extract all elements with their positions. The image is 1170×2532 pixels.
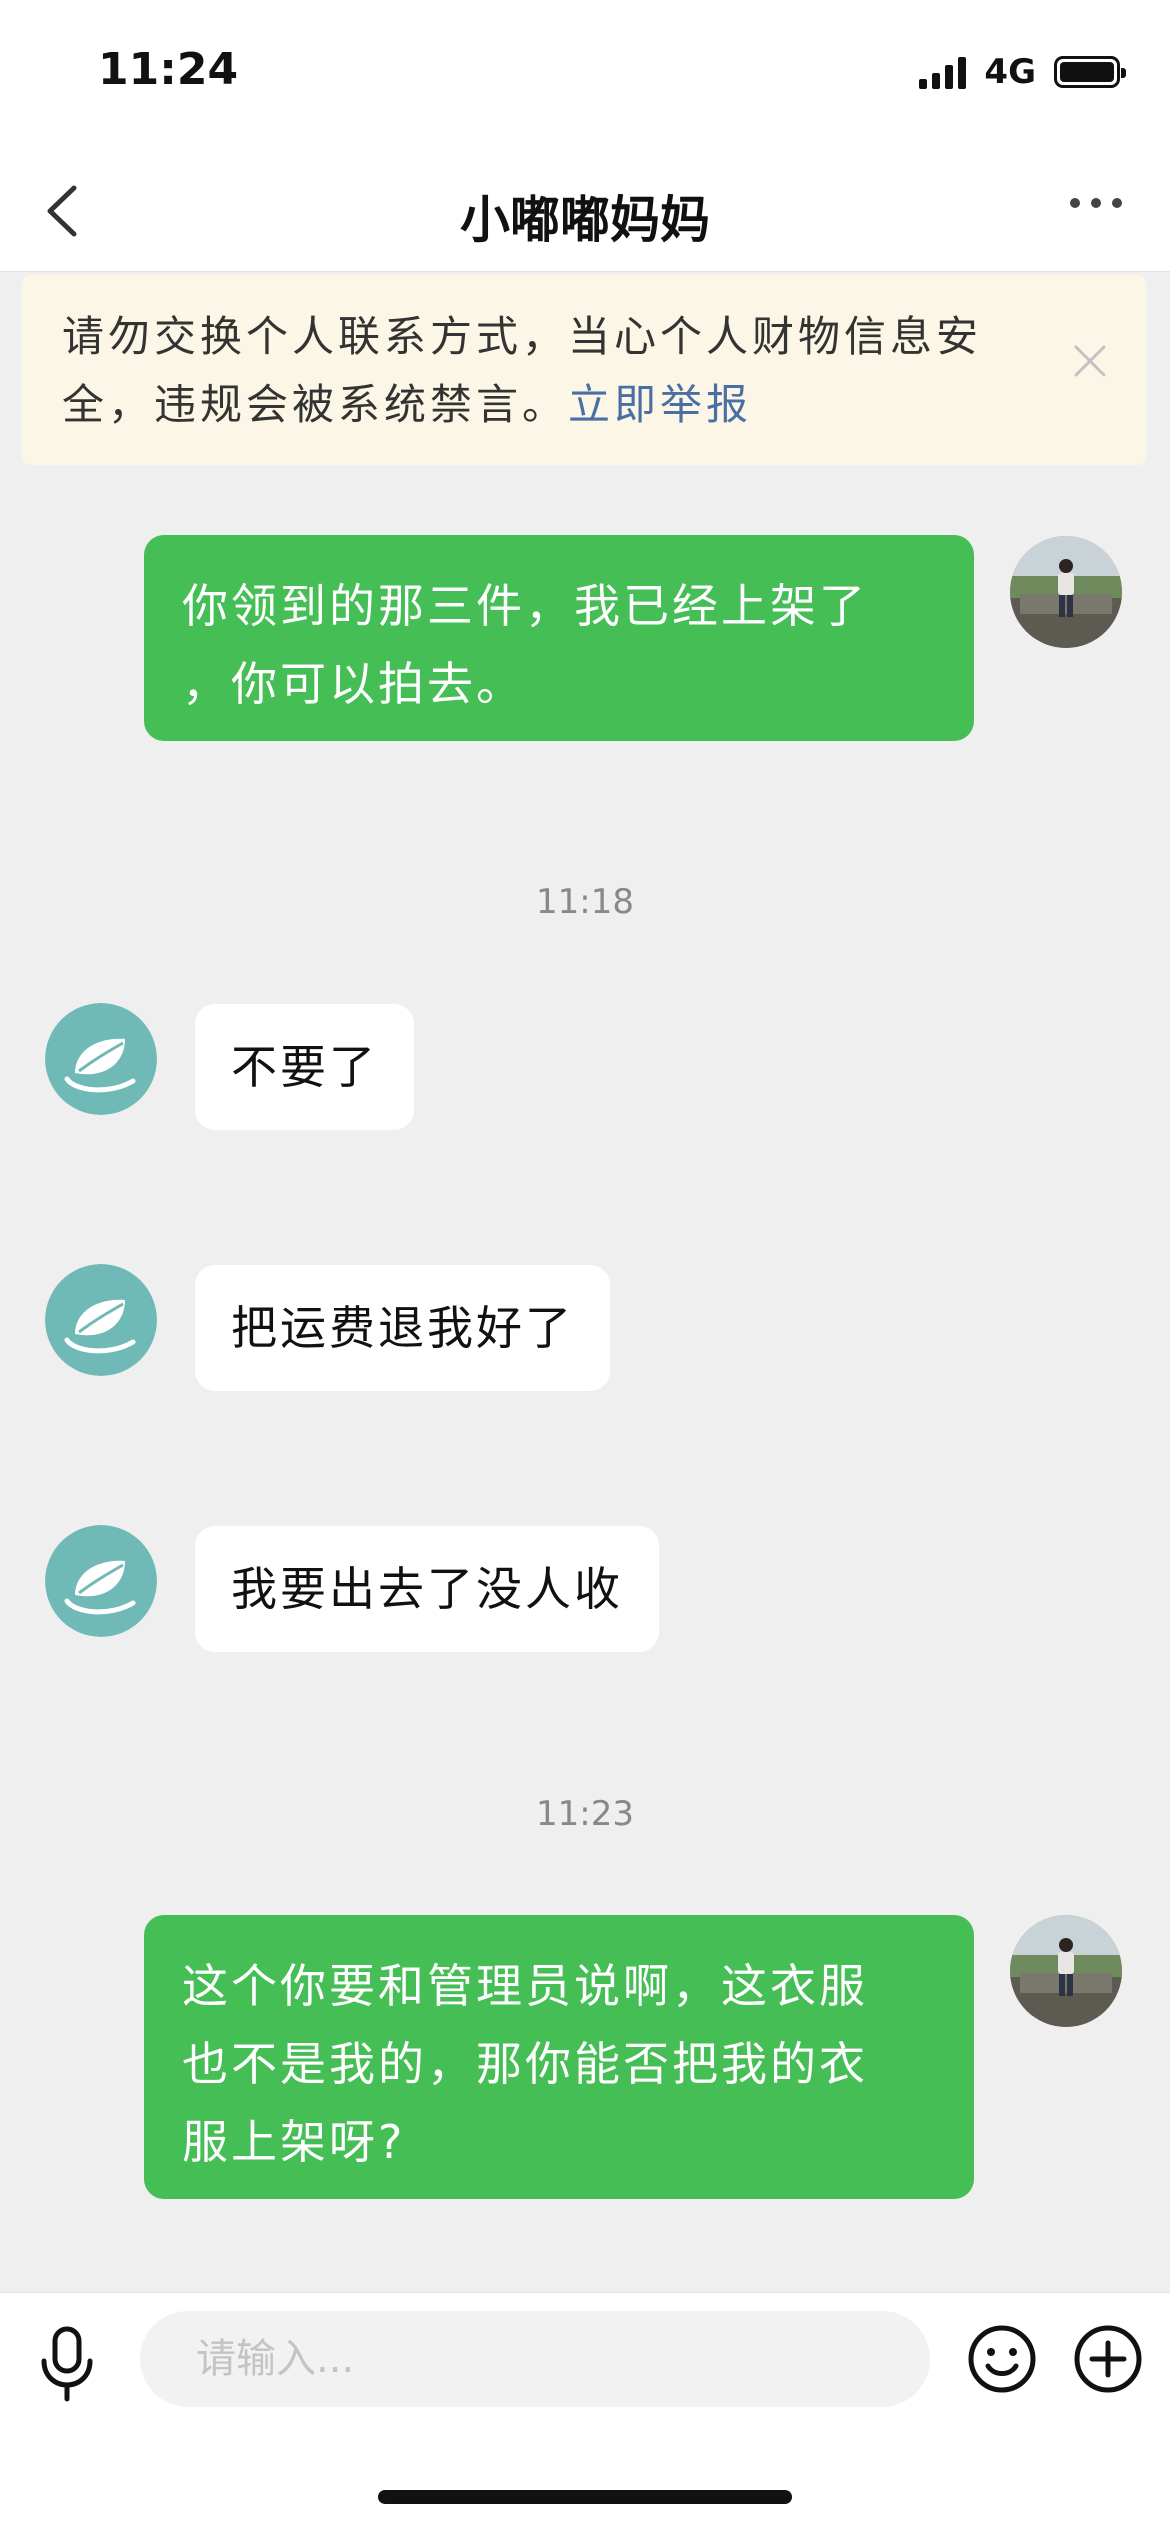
status-bar: 11:24 4G: [0, 0, 1170, 150]
timestamp: 11:18: [536, 882, 634, 922]
notice-text: 请勿交换个人联系方式，当心个人财物信息安全，违规会被系统禁言。立即举报: [62, 303, 1052, 439]
network-label: 4G: [984, 52, 1036, 92]
message-line: 也不是我的，那你能否把我的衣: [182, 2037, 868, 2091]
safety-notice: 请勿交换个人联系方式，当心个人财物信息安全，违规会被系统禁言。立即举报: [22, 275, 1146, 465]
message-bubble-sent[interactable]: 这个你要和管理员说啊，这衣服 也不是我的，那你能否把我的衣 服上架呀?: [144, 1915, 974, 2199]
my-avatar[interactable]: [1010, 1915, 1122, 2027]
status-indicators: 4G: [919, 52, 1126, 92]
more-icon[interactable]: [1070, 198, 1122, 208]
battery-icon: [1054, 56, 1126, 88]
microphone-icon[interactable]: [36, 2325, 98, 2405]
message-line: 服上架呀?: [182, 2115, 406, 2169]
my-avatar[interactable]: [1010, 536, 1122, 648]
message-line: 你领到的那三件，我已经上架了: [182, 579, 868, 633]
message-line: 这个你要和管理员说啊，这衣服: [182, 1959, 868, 2013]
message-bubble-received[interactable]: 我要出去了没人收: [195, 1526, 659, 1652]
signal-icon: [919, 55, 967, 89]
message-bubble-sent[interactable]: 你领到的那三件，我已经上架了 ，你可以拍去。: [144, 535, 974, 741]
message-line: ，你可以拍去。: [182, 657, 525, 711]
home-indicator[interactable]: [378, 2490, 792, 2504]
nav-bar: 小嘟嘟妈妈: [0, 150, 1170, 272]
message-bubble-received[interactable]: 不要了: [195, 1004, 414, 1130]
contact-avatar[interactable]: [45, 1264, 157, 1376]
emoji-icon[interactable]: [966, 2323, 1038, 2395]
notice-message: 请勿交换个人联系方式，当心个人财物信息安全，违规会被系统禁言。: [62, 312, 983, 429]
chat-title: 小嘟嘟妈妈: [460, 191, 710, 249]
close-icon[interactable]: [1070, 341, 1110, 381]
plus-icon[interactable]: [1072, 2323, 1144, 2395]
timestamp: 11:23: [536, 1794, 634, 1834]
message-input[interactable]: [140, 2311, 930, 2407]
report-link[interactable]: 立即举报: [568, 380, 752, 429]
contact-avatar[interactable]: [45, 1525, 157, 1637]
status-time: 11:24: [98, 44, 239, 95]
contact-avatar[interactable]: [45, 1003, 157, 1115]
message-bubble-received[interactable]: 把运费退我好了: [195, 1265, 610, 1391]
